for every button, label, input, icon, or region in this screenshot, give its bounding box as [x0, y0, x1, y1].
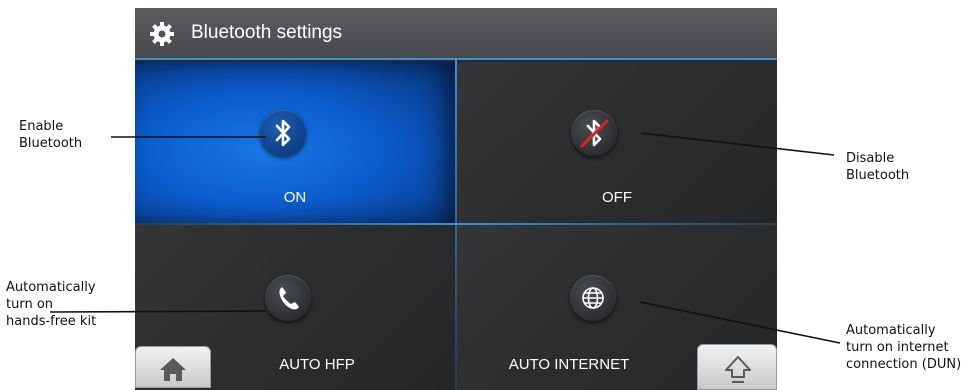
tile-label: OFF [602, 189, 632, 206]
callout-line: turn on internet [846, 340, 949, 355]
gear-icon [149, 21, 175, 47]
callout-line: turn on [6, 297, 54, 312]
title-bar: Bluetooth settings [135, 8, 777, 60]
callout-line: Automatically [846, 323, 936, 338]
callout-auto-internet: Automatically turn on internet connectio… [846, 322, 961, 373]
home-button[interactable] [135, 346, 211, 388]
callout-line: Bluetooth [846, 168, 910, 183]
shift-button[interactable] [697, 344, 777, 390]
device-screen: Bluetooth settings ON OFF AUTO HFP AUTO … [135, 8, 777, 390]
callout-disable-bluetooth: Disable Bluetooth [846, 150, 909, 184]
bluetooth-icon[interactable] [260, 110, 306, 156]
callout-auto-hfp: Automatically turn on hands-free kit [6, 279, 96, 330]
callout-line: hands-free kit [6, 314, 97, 329]
globe-icon[interactable] [570, 275, 616, 321]
callout-line: connection (DUN) [846, 357, 962, 372]
tile-label: AUTO INTERNET [508, 356, 630, 373]
callout-line: Bluetooth [19, 136, 83, 151]
tile-label: ON [283, 189, 307, 206]
bluetooth-off-icon[interactable] [571, 110, 617, 156]
page-title: Bluetooth settings [191, 22, 343, 43]
grid-divider-vertical [455, 60, 457, 390]
callout-line: Automatically [6, 280, 96, 295]
phone-icon[interactable] [265, 275, 311, 321]
tile-bluetooth-on[interactable]: ON [135, 62, 455, 223]
callout-line: Enable [19, 119, 64, 134]
callout-line: Disable [846, 151, 895, 166]
tile-bluetooth-off[interactable]: OFF [457, 62, 777, 223]
callout-enable-bluetooth: Enable Bluetooth [19, 118, 82, 152]
